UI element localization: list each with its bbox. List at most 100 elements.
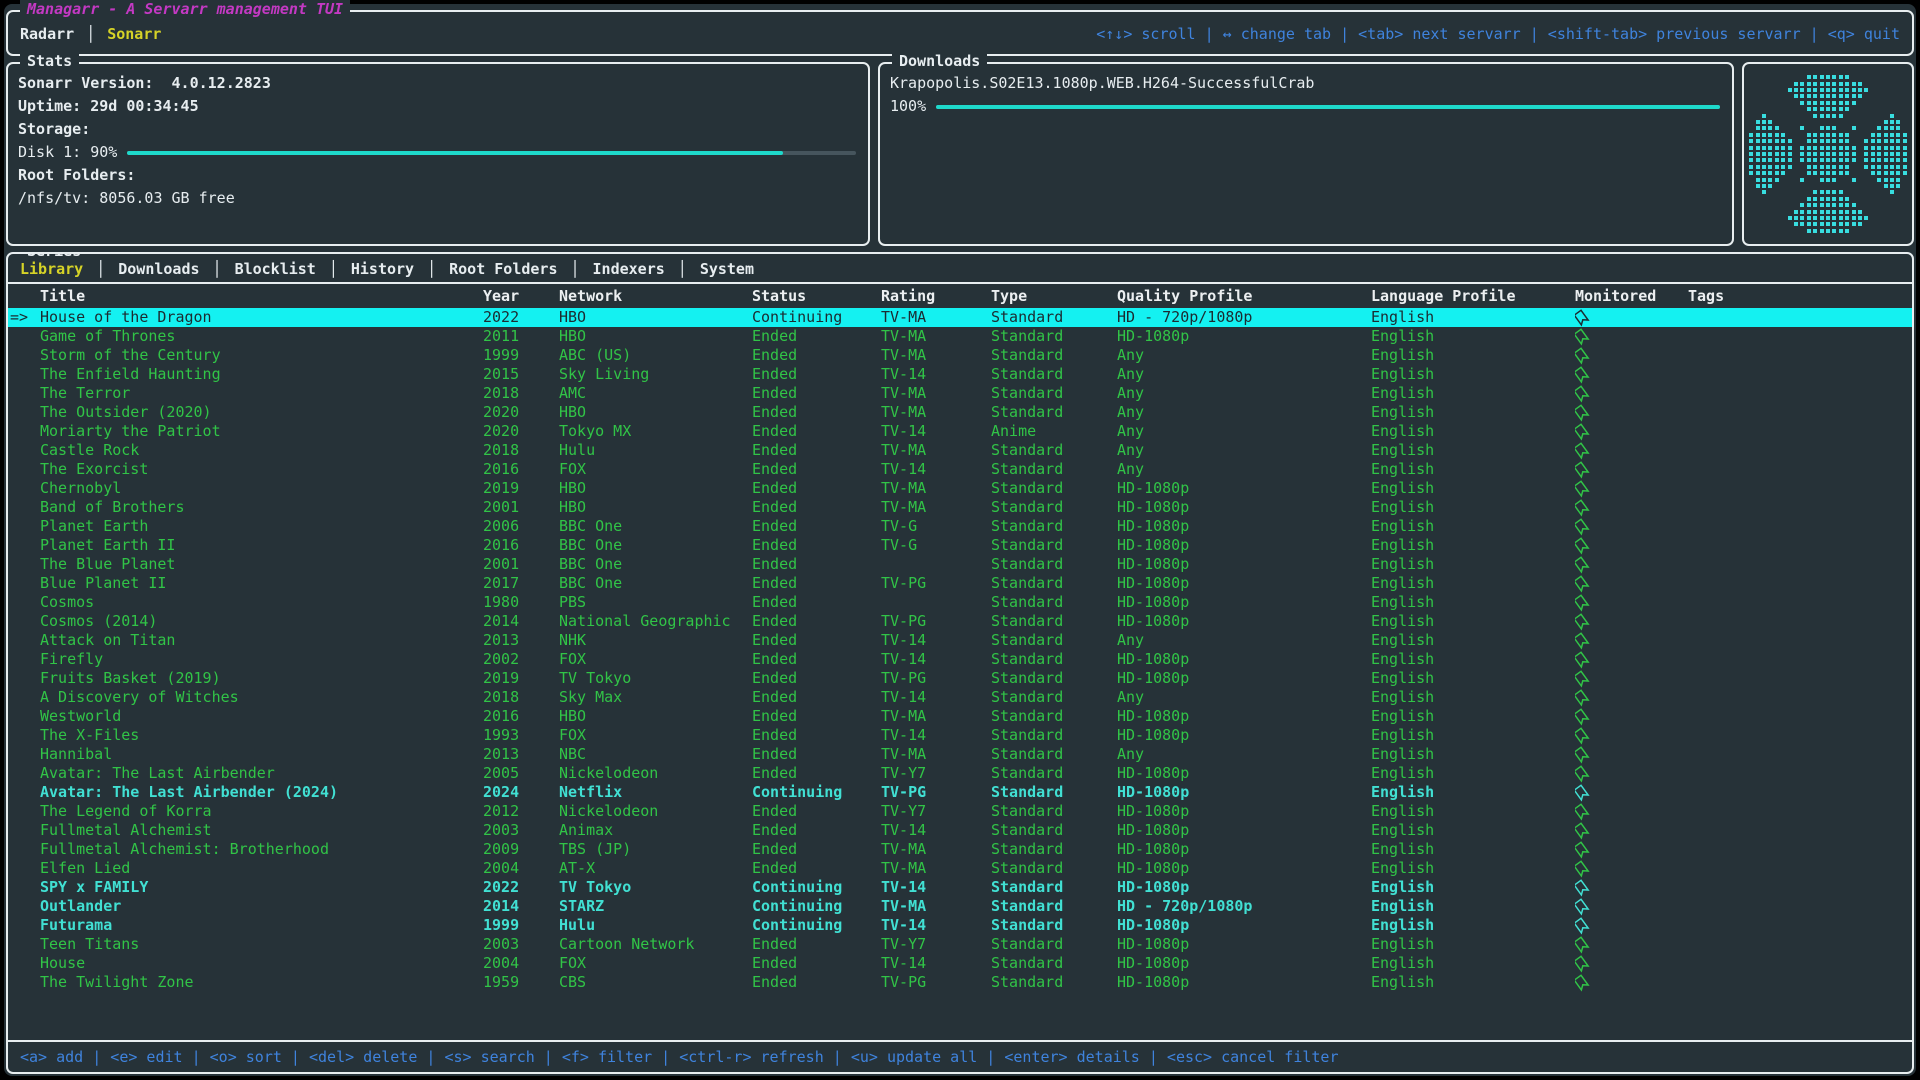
cell-year: 2014 [483, 612, 559, 631]
cell-title: Storm of the Century [40, 346, 483, 365]
table-row[interactable]: Hannibal2013NBCEndedTV-MAStandardAnyEngl… [8, 745, 1912, 764]
table-row[interactable]: Avatar: The Last Airbender (2024)2024Net… [8, 783, 1912, 802]
column-header-quality-profile: Quality Profile [1117, 287, 1371, 305]
table-row[interactable]: Elfen Lied2004AT-XEndedTV-MAStandardHD-1… [8, 859, 1912, 878]
series-tab-downloads[interactable]: Downloads [118, 260, 199, 278]
table-row[interactable]: The Outsider (2020)2020HBOEndedTV-MAStan… [8, 403, 1912, 422]
cell-title: Outlander [40, 897, 483, 916]
table-row[interactable]: Cosmos (2014)2014National GeographicEnde… [8, 612, 1912, 631]
table-row[interactable]: Band of Brothers2001HBOEndedTV-MAStandar… [8, 498, 1912, 517]
table-row[interactable]: Planet Earth II2016BBC OneEndedTV-GStand… [8, 536, 1912, 555]
cell-monitored [1575, 441, 1688, 461]
table-row[interactable]: Moriarty the Patriot2020Tokyo MXEndedTV-… [8, 422, 1912, 441]
cell-network: Sky Max [559, 688, 752, 707]
cell-rating: TV-PG [881, 669, 991, 688]
series-tab-blocklist[interactable]: Blocklist [235, 260, 316, 278]
cell-network: TV Tokyo [559, 878, 752, 897]
cell-year: 1999 [483, 916, 559, 935]
table-row[interactable]: Fullmetal Alchemist2003AnimaxEndedTV-14S… [8, 821, 1912, 840]
table-row[interactable]: Firefly2002FOXEndedTV-14StandardHD-1080p… [8, 650, 1912, 669]
cell-year: 2024 [483, 783, 559, 802]
table-row[interactable]: The Enfield Haunting2015Sky LivingEndedT… [8, 365, 1912, 384]
cell-network: Nickelodeon [559, 764, 752, 783]
cell-title: Game of Thrones [40, 327, 483, 346]
series-tab-library[interactable]: Library [20, 260, 83, 278]
table-row[interactable]: Planet Earth2006BBC OneEndedTV-GStandard… [8, 517, 1912, 536]
table-row[interactable]: SPY x FAMILY2022TV TokyoContinuingTV-14S… [8, 878, 1912, 897]
table-row[interactable]: The Twilight Zone1959CBSEndedTV-PGStanda… [8, 973, 1912, 992]
table-row[interactable]: Westworld2016HBOEndedTV-MAStandardHD-108… [8, 707, 1912, 726]
table-row[interactable]: The Terror2018AMCEndedTV-MAStandardAnyEn… [8, 384, 1912, 403]
cell-rating: TV-Y7 [881, 764, 991, 783]
cell-title: Teen Titans [40, 935, 483, 954]
cell-monitored [1575, 327, 1688, 347]
cell-network: FOX [559, 650, 752, 669]
table-row[interactable]: Teen Titans2003Cartoon NetworkEndedTV-Y7… [8, 935, 1912, 954]
table-row[interactable]: Futurama1999HuluContinuingTV-14StandardH… [8, 916, 1912, 935]
table-row[interactable]: The Legend of Korra2012NickelodeonEndedT… [8, 802, 1912, 821]
bookmark-icon [1575, 574, 1594, 594]
table-row[interactable]: The Blue Planet2001BBC OneEndedStandardH… [8, 555, 1912, 574]
tab-radarr[interactable]: Radarr [20, 25, 74, 43]
table-row[interactable]: House2004FOXEndedTV-14StandardHD-1080pEn… [8, 954, 1912, 973]
series-tab-indexers[interactable]: Indexers [593, 260, 665, 278]
bookmark-icon [1575, 517, 1594, 537]
topbar-row: Radarr │ Sonarr <↑↓> scroll | ↔ change t… [8, 12, 1912, 54]
table-row[interactable]: Castle Rock2018HuluEndedTV-MAStandardAny… [8, 441, 1912, 460]
cell-quality: HD-1080p [1117, 821, 1371, 840]
cell-quality: HD-1080p [1117, 726, 1371, 745]
table-row[interactable]: Avatar: The Last Airbender2005Nickelodeo… [8, 764, 1912, 783]
cell-year: 2003 [483, 821, 559, 840]
table-row[interactable]: Cosmos1980PBSEndedStandardHD-1080pEnglis… [8, 593, 1912, 612]
cell-status: Continuing [752, 783, 881, 802]
cell-language: English [1371, 669, 1575, 688]
table-row[interactable]: Game of Thrones2011HBOEndedTV-MAStandard… [8, 327, 1912, 346]
column-header-monitored: Monitored [1575, 287, 1688, 305]
table-row[interactable]: Fruits Basket (2019)2019TV TokyoEndedTV-… [8, 669, 1912, 688]
table-row[interactable]: Fullmetal Alchemist: Brotherhood2009TBS … [8, 840, 1912, 859]
downloads-line-text: 100% [890, 95, 926, 118]
series-tab-system[interactable]: System [700, 260, 754, 278]
bookmark-icon [1575, 612, 1594, 632]
cell-status: Ended [752, 764, 881, 783]
cell-monitored [1575, 840, 1688, 860]
column-header-tags: Tags [1688, 287, 1910, 305]
column-header-language-profile: Language Profile [1371, 287, 1575, 305]
series-tab-separator: │ [678, 260, 687, 278]
cell-year: 2019 [483, 669, 559, 688]
cell-type: Standard [991, 935, 1117, 954]
cell-type: Standard [991, 612, 1117, 631]
cell-title: Elfen Lied [40, 859, 483, 878]
table-row[interactable]: Blue Planet II2017BBC OneEndedTV-PGStand… [8, 574, 1912, 593]
cell-type: Standard [991, 726, 1117, 745]
cell-language: English [1371, 422, 1575, 441]
cell-quality: Any [1117, 745, 1371, 764]
table-row[interactable]: Attack on Titan2013NHKEndedTV-14Standard… [8, 631, 1912, 650]
cell-network: National Geographic [559, 612, 752, 631]
table-row[interactable]: Storm of the Century1999ABC (US)EndedTV-… [8, 346, 1912, 365]
cell-status: Continuing [752, 878, 881, 897]
cell-status: Ended [752, 327, 881, 346]
series-tab-root-folders[interactable]: Root Folders [449, 260, 557, 278]
cell-status: Continuing [752, 916, 881, 935]
stats-progress-bar [127, 151, 856, 155]
cell-language: English [1371, 783, 1575, 802]
table-row[interactable]: The Exorcist2016FOXEndedTV-14StandardAny… [8, 460, 1912, 479]
table-row[interactable]: The X-Files1993FOXEndedTV-14StandardHD-1… [8, 726, 1912, 745]
cell-year: 2006 [483, 517, 559, 536]
cell-quality: Any [1117, 631, 1371, 650]
series-tab-history[interactable]: History [351, 260, 414, 278]
table-row[interactable]: A Discovery of Witches2018Sky MaxEndedTV… [8, 688, 1912, 707]
table-row[interactable]: =>House of the Dragon2022HBOContinuingTV… [8, 308, 1912, 327]
cell-title: Band of Brothers [40, 498, 483, 517]
cell-status: Ended [752, 859, 881, 878]
cell-language: English [1371, 840, 1575, 859]
cell-rating: TV-Y7 [881, 802, 991, 821]
cell-type: Standard [991, 669, 1117, 688]
cell-status: Ended [752, 669, 881, 688]
tab-sonarr[interactable]: Sonarr [107, 25, 161, 43]
cell-monitored [1575, 365, 1688, 385]
table-row[interactable]: Outlander2014STARZContinuingTV-MAStandar… [8, 897, 1912, 916]
stats-panel: Stats Sonarr Version: 4.0.12.2823Uptime:… [6, 62, 870, 246]
table-row[interactable]: Chernobyl2019HBOEndedTV-MAStandardHD-108… [8, 479, 1912, 498]
